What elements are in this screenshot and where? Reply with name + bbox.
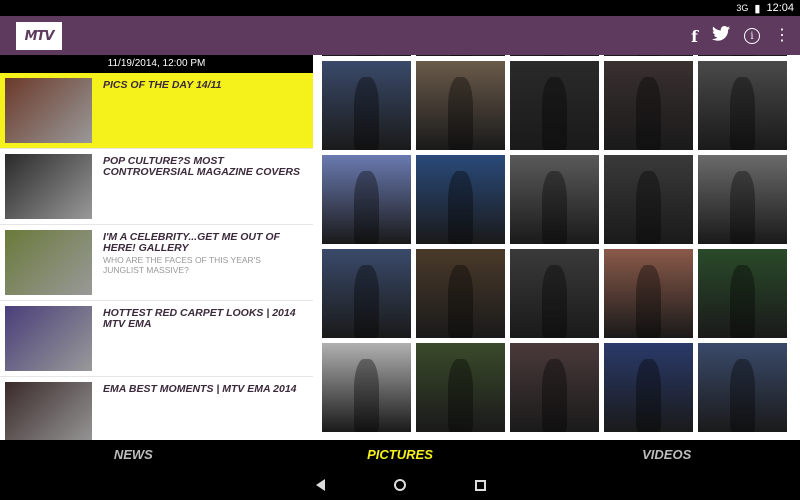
news-list-item[interactable]: I'M A CELEBRITY...GET ME OUT OF HERE! GA…: [0, 225, 313, 301]
mtv-logo[interactable]: MTV: [16, 22, 62, 50]
picture-tile[interactable]: [604, 55, 693, 56]
picture-tile[interactable]: [510, 343, 599, 432]
news-title: I'M A CELEBRITY...GET ME OUT OF HERE! GA…: [103, 231, 280, 254]
battery-icon: ▮: [754, 2, 761, 15]
pictures-grid: [322, 55, 787, 432]
home-icon[interactable]: [391, 476, 409, 494]
picture-tile[interactable]: [416, 343, 505, 432]
picture-tile[interactable]: [604, 249, 693, 338]
news-list-item[interactable]: HOTTEST RED CARPET LOOKS | 2014 MTV EMA: [0, 301, 313, 377]
picture-tile[interactable]: [510, 61, 599, 150]
picture-tile[interactable]: [322, 249, 411, 338]
tab-news[interactable]: NEWS: [0, 440, 267, 470]
picture-tile[interactable]: [416, 61, 505, 150]
twitter-icon[interactable]: [712, 26, 730, 46]
picture-tile[interactable]: [698, 249, 787, 338]
news-thumbnail: [5, 230, 92, 295]
picture-tile[interactable]: [322, 155, 411, 244]
facebook-icon[interactable]: f: [691, 27, 698, 46]
back-icon[interactable]: [311, 476, 329, 494]
picture-tile[interactable]: [604, 61, 693, 150]
picture-tile[interactable]: [604, 343, 693, 432]
picture-tile[interactable]: [604, 155, 693, 244]
tab-videos[interactable]: VIDEOS: [533, 440, 800, 470]
news-title: EMA BEST MOMENTS | MTV EMA 2014: [103, 383, 297, 395]
news-thumbnail: [5, 78, 92, 143]
status-bar: 3G ▮ 12:04: [0, 0, 800, 16]
news-list-item[interactable]: POP CULTURE?S MOST CONTROVERSIAL MAGAZIN…: [0, 149, 313, 225]
news-thumbnail: [5, 154, 92, 219]
overflow-menu-icon[interactable]: ⋮: [774, 28, 790, 44]
picture-tile[interactable]: [322, 343, 411, 432]
picture-tile[interactable]: [416, 55, 505, 56]
picture-tile[interactable]: [698, 343, 787, 432]
picture-tile[interactable]: [510, 249, 599, 338]
recent-apps-icon[interactable]: [471, 476, 489, 494]
picture-tile[interactable]: [416, 155, 505, 244]
news-thumbnail: [5, 382, 92, 440]
app-bar: MTV f i ⋮: [0, 16, 800, 55]
picture-tile[interactable]: [510, 155, 599, 244]
picture-tile[interactable]: [510, 55, 599, 56]
picture-tile[interactable]: [698, 55, 787, 56]
picture-tile[interactable]: [416, 249, 505, 338]
pictures-grid-panel: [313, 55, 800, 440]
picture-tile[interactable]: [698, 155, 787, 244]
news-thumbnail: [5, 306, 92, 371]
picture-tile[interactable]: [698, 61, 787, 150]
tab-pictures[interactable]: PICTURES: [267, 440, 534, 470]
news-title: POP CULTURE?S MOST CONTROVERSIAL MAGAZIN…: [103, 155, 300, 178]
info-icon[interactable]: i: [744, 28, 760, 44]
system-nav-bar: [0, 470, 800, 500]
signal-indicator: 3G: [736, 3, 749, 13]
news-title: PICS OF THE DAY 14/11: [103, 79, 222, 91]
news-list-item[interactable]: PICS OF THE DAY 14/11: [0, 73, 313, 149]
picture-tile[interactable]: [322, 61, 411, 150]
picture-tile[interactable]: [322, 55, 411, 56]
news-list-item[interactable]: EMA BEST MOMENTS | MTV EMA 2014: [0, 377, 313, 440]
news-subtitle: WHO ARE THE FACES OF THIS YEAR'S JUNGLIS…: [103, 255, 261, 275]
news-list-panel: 11/19/2014, 12:00 PM PICS OF THE DAY 14/…: [0, 55, 313, 440]
news-date: 11/19/2014, 12:00 PM: [0, 55, 313, 73]
bottom-tab-bar: NEWS PICTURES VIDEOS: [0, 440, 800, 470]
news-title: HOTTEST RED CARPET LOOKS | 2014 MTV EMA: [103, 307, 296, 330]
status-time: 12:04: [766, 2, 794, 14]
